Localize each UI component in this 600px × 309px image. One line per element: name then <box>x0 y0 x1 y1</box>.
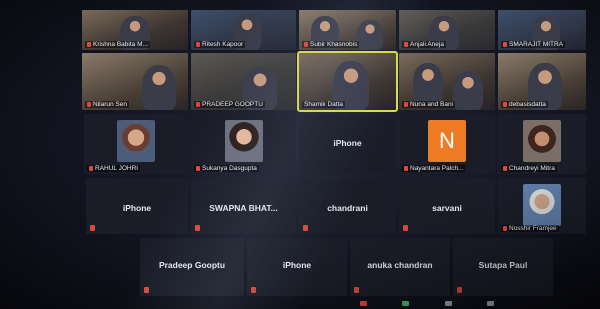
participant-tile[interactable]: RAHUL JOHRI <box>84 114 188 174</box>
participant-tile[interactable]: anuka chandran <box>350 238 450 296</box>
participant-tile[interactable]: N Nayantara Palch... <box>399 114 495 174</box>
participant-name: iPhone <box>333 138 362 148</box>
toolbar-reactions-icon[interactable] <box>445 301 452 306</box>
participant-name: Krishna Babita M... <box>85 41 150 48</box>
participant-video <box>357 20 383 50</box>
participant-avatar: N <box>428 120 466 162</box>
participant-name: Nayantara Palch... <box>402 165 466 172</box>
muted-mic-icon <box>87 42 91 47</box>
participant-name: Anjali Aneja <box>402 41 446 48</box>
participant-tile[interactable]: Nuna and Bani <box>399 53 495 110</box>
muted-mic-icon <box>303 225 308 231</box>
participant-tile[interactable]: iPhone <box>247 238 347 296</box>
participant-tile[interactable]: Sukanya Dasgupta <box>191 114 296 174</box>
participant-tile[interactable]: sarvani <box>399 178 495 234</box>
participant-name: Ritesh Kapoor <box>194 41 246 48</box>
muted-mic-icon <box>90 225 95 231</box>
toolbar-more-icon[interactable] <box>487 301 494 306</box>
participant-name: Nilarun Sen <box>85 101 129 108</box>
participant-tile[interactable]: Chandreyi Mitra <box>498 114 586 174</box>
participant-tile[interactable]: chandrani <box>299 178 396 234</box>
participant-name: Nuna and Bani <box>402 101 456 108</box>
muted-mic-icon <box>144 287 149 293</box>
participant-name: Nosshir Framjee <box>501 225 559 232</box>
muted-mic-icon <box>457 287 462 293</box>
muted-mic-icon <box>354 287 359 293</box>
participant-tile[interactable]: Sutapa Paul <box>453 238 553 296</box>
muted-mic-icon <box>404 102 408 107</box>
participant-name: Chandreyi Mitra <box>501 165 557 172</box>
participant-tile[interactable]: Ritesh Kapoor <box>191 10 296 50</box>
participant-name: anuka chandran <box>367 260 433 271</box>
participant-video <box>453 71 483 110</box>
participant-name: Sukanya Dasgupta <box>194 165 259 172</box>
participant-name: RAHUL JOHRI <box>87 165 141 172</box>
participant-name: PRADEEP GOOPTU <box>194 101 265 108</box>
muted-mic-icon <box>195 225 200 231</box>
participant-tile[interactable]: Nilarun Sen <box>82 53 188 110</box>
participant-name: iPhone <box>122 203 152 214</box>
muted-mic-icon <box>503 226 507 231</box>
participant-tile[interactable]: iPhone <box>86 178 188 234</box>
participant-name: Shamik Datta <box>302 101 346 108</box>
muted-mic-icon <box>87 102 91 107</box>
participant-tile[interactable]: Subir Khasnobis <box>299 10 396 50</box>
toolbar-chat-icon[interactable] <box>360 301 367 306</box>
muted-mic-icon <box>503 42 507 47</box>
muted-mic-icon <box>404 42 408 47</box>
participant-tile[interactable]: PRADEEP GOOPTU <box>191 53 296 110</box>
participant-name: SMARAJIT MITRA <box>501 41 566 48</box>
muted-mic-icon <box>503 166 507 171</box>
participant-name: debasisdatta <box>501 101 548 108</box>
participant-photo <box>523 184 561 226</box>
muted-mic-icon <box>196 166 200 171</box>
participant-tile[interactable]: Nosshir Framjee <box>498 178 586 234</box>
participant-video <box>142 65 176 110</box>
participant-photo <box>117 120 155 162</box>
participant-name: Subir Khasnobis <box>302 41 360 48</box>
meeting-window: Krishna Babita M... Ritesh Kapoor Subir … <box>0 0 600 309</box>
muted-mic-icon <box>196 42 200 47</box>
participant-tile[interactable]: Krishna Babita M... <box>82 10 188 50</box>
participant-name: chandrani <box>327 203 368 214</box>
participant-photo <box>224 120 263 162</box>
muted-mic-icon <box>304 42 308 47</box>
participant-tile[interactable]: SWAPNA BHAT... <box>191 178 296 234</box>
muted-mic-icon <box>503 102 507 107</box>
muted-mic-icon <box>403 225 408 231</box>
participant-name: iPhone <box>282 260 312 271</box>
participant-tile[interactable]: Pradeep Gooptu <box>140 238 244 296</box>
muted-mic-icon <box>89 166 93 171</box>
participant-tile[interactable]: iPhone <box>299 114 396 174</box>
participant-name: sarvani <box>432 203 462 214</box>
muted-mic-icon <box>251 287 256 293</box>
participant-tile-active-speaker[interactable]: Shamik Datta <box>297 51 398 112</box>
participant-tile[interactable]: SMARAJIT MITRA <box>498 10 586 50</box>
participant-name: Sutapa Paul <box>478 260 528 271</box>
participant-photo <box>523 120 561 162</box>
participant-tile[interactable]: debasisdatta <box>498 53 586 110</box>
participant-name: Pradeep Gooptu <box>158 260 226 271</box>
muted-mic-icon <box>404 166 408 171</box>
toolbar-share-icon[interactable] <box>402 301 409 306</box>
muted-mic-icon <box>196 102 200 107</box>
participant-tile[interactable]: Anjali Aneja <box>399 10 495 50</box>
participant-name: SWAPNA BHAT... <box>209 203 278 214</box>
participant-video <box>413 63 443 103</box>
